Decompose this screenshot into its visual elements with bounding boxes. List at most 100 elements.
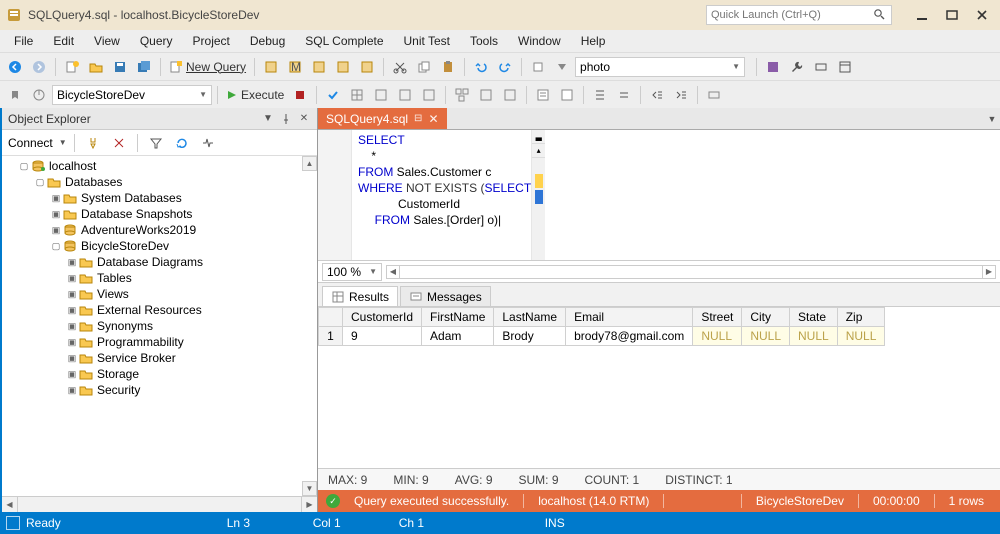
tb-right-3[interactable] xyxy=(810,56,832,78)
new-item-button[interactable] xyxy=(61,56,83,78)
open-button[interactable] xyxy=(85,56,107,78)
explorer-hscroll[interactable]: ◀▶ xyxy=(2,496,317,512)
tb-btn-extra1[interactable] xyxy=(527,56,549,78)
status-box-icon[interactable] xyxy=(6,516,20,530)
tree-db-bicyclestore[interactable]: ▢BicycleStoreDev xyxy=(2,238,317,254)
tb2-plan2[interactable] xyxy=(475,84,497,106)
scroll-left[interactable]: ◀ xyxy=(386,265,400,279)
col-city[interactable]: City xyxy=(742,308,790,327)
tab-sqlquery4[interactable]: SQLQuery4.sql ⊟ ✕ xyxy=(318,108,447,129)
tb-btn-group1b[interactable]: MD xyxy=(284,56,306,78)
col-customerid[interactable]: CustomerId xyxy=(343,308,422,327)
tb-btn-group1d[interactable] xyxy=(332,56,354,78)
indent-button[interactable] xyxy=(670,84,692,106)
close-icon[interactable]: ✕ xyxy=(297,112,311,126)
menu-tools[interactable]: Tools xyxy=(462,32,506,50)
overview-ruler[interactable]: ▃ ▴ xyxy=(531,130,545,260)
menu-view[interactable]: View xyxy=(86,32,128,50)
col-lastname[interactable]: LastName xyxy=(494,308,566,327)
tab-results[interactable]: Results xyxy=(322,286,398,306)
tree-synonyms[interactable]: ▣Synonyms xyxy=(2,318,317,334)
tb2-grid3[interactable] xyxy=(394,84,416,106)
menu-project[interactable]: Project xyxy=(185,32,238,50)
split-icon[interactable]: ▃ xyxy=(532,130,545,144)
tb2-text1[interactable] xyxy=(532,84,554,106)
menu-debug[interactable]: Debug xyxy=(242,32,293,50)
nav-back-button[interactable] xyxy=(4,56,26,78)
tb-right-wrench[interactable] xyxy=(786,56,808,78)
save-button[interactable] xyxy=(109,56,131,78)
tb2-grid1[interactable] xyxy=(346,84,368,106)
tb2-plan3[interactable] xyxy=(499,84,521,106)
tree-server[interactable]: ▢localhost xyxy=(2,158,317,174)
cell-street[interactable]: NULL xyxy=(693,327,742,346)
zoom-dropdown[interactable]: 100 %▼ xyxy=(322,263,382,281)
tree-diagrams[interactable]: ▣Database Diagrams xyxy=(2,254,317,270)
tab-messages[interactable]: Messages xyxy=(400,286,491,306)
refresh-button[interactable] xyxy=(171,132,193,154)
tree-snapshots[interactable]: ▣Database Snapshots xyxy=(2,206,317,222)
scroll-left[interactable]: ◀ xyxy=(2,497,18,512)
search-dropdown[interactable]: photo▼ xyxy=(575,57,745,77)
cell-zip[interactable]: NULL xyxy=(837,327,885,346)
dropdown-icon[interactable]: ▼ xyxy=(261,112,275,126)
menu-unit-test[interactable]: Unit Test xyxy=(396,32,458,50)
tree-views[interactable]: ▣Views xyxy=(2,286,317,302)
tb2-btn1[interactable] xyxy=(4,84,26,106)
redo-button[interactable] xyxy=(494,56,516,78)
code-editor[interactable]: SELECT * FROM Sales.Customer c WHERE NOT… xyxy=(318,130,1000,260)
execute-button[interactable]: Execute xyxy=(223,84,287,106)
pin-icon[interactable]: ⊟ xyxy=(414,113,422,124)
connect-btn-disconnect[interactable] xyxy=(108,132,130,154)
col-firstname[interactable]: FirstName xyxy=(422,308,494,327)
tree-security[interactable]: ▣Security xyxy=(2,382,317,398)
maximize-button[interactable] xyxy=(944,7,960,23)
cut-button[interactable] xyxy=(389,56,411,78)
menu-edit[interactable]: Edit xyxy=(45,32,82,50)
tree-programmability[interactable]: ▣Programmability xyxy=(2,334,317,350)
tb2-grid2[interactable] xyxy=(370,84,392,106)
cell-lastname[interactable]: Brody xyxy=(494,327,566,346)
cell-firstname[interactable]: Adam xyxy=(422,327,494,346)
menu-help[interactable]: Help xyxy=(573,32,614,50)
chevron-down-icon[interactable]: ▼ xyxy=(59,138,67,147)
new-query-button[interactable]: New Query xyxy=(166,56,249,78)
scroll-right[interactable]: ▶ xyxy=(301,497,317,512)
menu-file[interactable]: File xyxy=(6,32,41,50)
outdent-button[interactable] xyxy=(646,84,668,106)
tree-db-adventureworks[interactable]: ▣AdventureWorks2019 xyxy=(2,222,317,238)
col-zip[interactable]: Zip xyxy=(837,308,885,327)
col-state[interactable]: State xyxy=(790,308,838,327)
undo-button[interactable] xyxy=(470,56,492,78)
tab-overflow[interactable]: ▼ xyxy=(984,108,1000,129)
minimize-button[interactable] xyxy=(914,7,930,23)
scroll-right[interactable]: ▶ xyxy=(982,265,996,279)
filter-button[interactable] xyxy=(145,132,167,154)
tb-btn-group1c[interactable] xyxy=(308,56,330,78)
tree-system-databases[interactable]: ▣System Databases xyxy=(2,190,317,206)
comment-button[interactable] xyxy=(589,84,611,106)
scroll-down[interactable]: ▼ xyxy=(302,481,317,496)
tb2-grid4[interactable] xyxy=(418,84,440,106)
connect-label[interactable]: Connect xyxy=(8,136,53,150)
tb2-btn2[interactable] xyxy=(28,84,50,106)
tb2-last[interactable] xyxy=(703,84,725,106)
quick-launch[interactable] xyxy=(706,5,892,25)
database-dropdown[interactable]: BicycleStoreDev▼ xyxy=(52,85,212,105)
tb2-plan1[interactable] xyxy=(451,84,473,106)
tb-right-1[interactable] xyxy=(762,56,784,78)
uncomment-button[interactable] xyxy=(613,84,635,106)
table-row[interactable]: 1 9 Adam Brody brody78@gmail.com NULL NU… xyxy=(319,327,885,346)
tb-right-4[interactable] xyxy=(834,56,856,78)
tb-btn-group1e[interactable] xyxy=(356,56,378,78)
cell-customerid[interactable]: 9 xyxy=(343,327,422,346)
quick-launch-input[interactable] xyxy=(711,9,873,21)
tree-storage[interactable]: ▣Storage xyxy=(2,366,317,382)
results-grid[interactable]: CustomerId FirstName LastName Email Stre… xyxy=(318,306,1000,468)
row-num[interactable]: 1 xyxy=(319,327,343,346)
row-header[interactable] xyxy=(319,308,343,327)
close-icon[interactable]: ✕ xyxy=(428,112,438,126)
tb2-text2[interactable] xyxy=(556,84,578,106)
menu-sql-complete[interactable]: SQL Complete xyxy=(297,32,391,50)
close-button[interactable] xyxy=(974,7,990,23)
